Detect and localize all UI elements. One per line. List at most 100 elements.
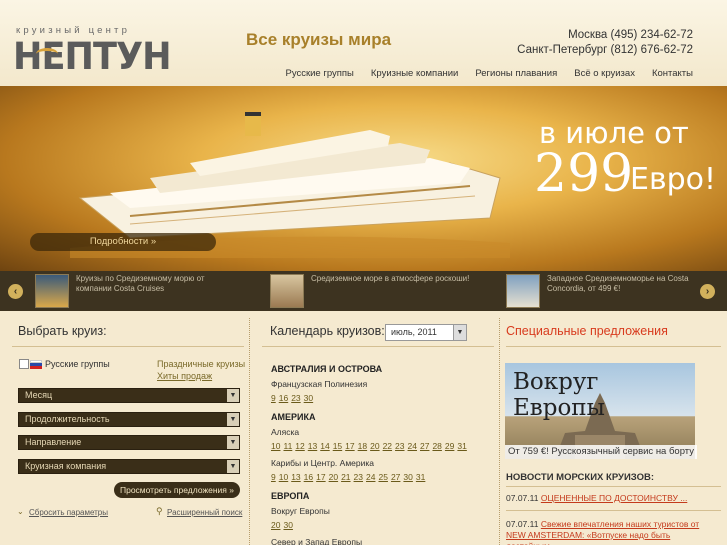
date-link[interactable]: 10	[279, 472, 288, 482]
hits-link[interactable]: Хиты продаж	[157, 371, 212, 381]
region-title: ЕВРОПА	[271, 491, 310, 501]
nav-cruise-companies[interactable]: Круизные компании	[371, 68, 459, 79]
holiday-cruises-link[interactable]: Праздничные круизы	[157, 359, 245, 369]
date-link[interactable]: 31	[457, 441, 466, 451]
date-list: 20 30	[271, 520, 493, 531]
duration-select[interactable]: Продолжительность ▼	[18, 412, 240, 427]
thumbnail-caption-2[interactable]: Средиземное море в атмосфере роскоши!	[311, 274, 471, 284]
date-link[interactable]: 23	[354, 472, 363, 482]
date-link[interactable]: 16	[304, 472, 313, 482]
divider	[12, 346, 244, 347]
date-link[interactable]: 12	[295, 441, 304, 451]
calendar-title: Календарь круизов:	[270, 324, 385, 338]
choose-cruise-title: Выбрать круиз:	[18, 324, 107, 338]
thumbnail-1[interactable]	[35, 274, 69, 308]
thumbnail-2[interactable]	[270, 274, 304, 308]
date-link[interactable]: 29	[445, 441, 454, 451]
date-link[interactable]: 27	[420, 441, 429, 451]
date-link[interactable]: 13	[291, 472, 300, 482]
news-item: 07.07.11 Свежие впечатления наших турист…	[506, 519, 721, 545]
date-link[interactable]: 23	[291, 393, 300, 403]
chevron-down-icon: ▼	[227, 436, 239, 449]
month-select[interactable]: Месяц ▼	[18, 388, 240, 403]
phones: Москва (495) 234-62-72 Санкт-Петербург (…	[517, 28, 693, 58]
date-link[interactable]: 22	[383, 441, 392, 451]
column-divider	[249, 318, 250, 545]
chevron-down-icon: ▼	[453, 325, 466, 340]
region-title: АМЕРИКА	[271, 412, 316, 422]
news-date: 07.07.11	[506, 493, 539, 503]
thumbnail-3[interactable]	[506, 274, 540, 308]
chevron-down-icon: ▼	[227, 413, 239, 426]
date-link[interactable]: 11	[283, 441, 292, 451]
duration-select-value: Продолжительность	[25, 414, 110, 424]
date-link[interactable]: 24	[366, 472, 375, 482]
column-divider	[499, 318, 500, 545]
news-link[interactable]: ОЦЕНЕННЫЕ ПО ДОСТОИНСТВУ ...	[541, 493, 687, 503]
direction-select-value: Направление	[25, 437, 82, 447]
hero-banner[interactable]: в июле от 299 Евро! Подробности »	[0, 86, 727, 271]
date-link[interactable]: 20	[329, 472, 338, 482]
cruise-calendar: АВСТРАЛИЯ И ОСТРОВА Французская Полинези…	[271, 364, 493, 545]
next-arrow-icon[interactable]: ›	[700, 284, 715, 299]
date-link[interactable]: 21	[341, 472, 350, 482]
prev-arrow-icon[interactable]: ‹	[8, 284, 23, 299]
month-select-value: Месяц	[25, 390, 53, 400]
view-offers-button[interactable]: Просмотреть предложения »	[114, 482, 240, 498]
date-link[interactable]: 9	[271, 393, 276, 403]
promo-caption[interactable]: От 759 €! Русскоязычный сервис на борту	[505, 445, 697, 459]
company-select-value: Круизная компания	[25, 461, 107, 471]
details-button[interactable]: Подробности »	[30, 233, 216, 251]
date-link[interactable]: 23	[395, 441, 404, 451]
russian-groups-checkbox[interactable]	[19, 359, 29, 369]
subregion-title: Север и Запад Европы	[271, 537, 363, 545]
chevron-down-icon: ▼	[227, 460, 239, 473]
advanced-search-link[interactable]: Расширенный поиск	[167, 508, 242, 517]
phone-moscow: Москва (495) 234-62-72	[568, 29, 693, 41]
date-link[interactable]: 31	[416, 472, 425, 482]
date-link[interactable]: 30	[403, 472, 412, 482]
site-tagline: Все круизы мира	[246, 30, 392, 49]
reset-params-link[interactable]: Сбросить параметры	[29, 508, 108, 517]
date-link[interactable]: 20	[271, 520, 280, 530]
nav-contacts[interactable]: Контакты	[652, 68, 693, 79]
date-link[interactable]: 17	[345, 441, 354, 451]
date-link[interactable]: 30	[304, 393, 313, 403]
date-link[interactable]: 27	[391, 472, 400, 482]
date-link[interactable]: 30	[283, 520, 292, 530]
date-link[interactable]: 17	[316, 472, 325, 482]
top-nav: Русские группы Круизные компании Регионы…	[268, 68, 693, 79]
date-link[interactable]: 20	[370, 441, 379, 451]
date-link[interactable]: 25	[378, 472, 387, 482]
subregion-title: Аляска	[271, 427, 300, 437]
direction-select[interactable]: Направление ▼	[18, 435, 240, 450]
subregion-title: Французская Полинезия	[271, 379, 368, 389]
thumbnail-caption-3[interactable]: Западное Средиземноморье на Costa Concor…	[547, 274, 707, 294]
logo-wave-icon	[36, 48, 58, 60]
date-link[interactable]: 13	[308, 441, 317, 451]
divider	[506, 510, 721, 511]
thumbnail-caption-1[interactable]: Круизы по Средиземному морю от компании …	[76, 274, 236, 294]
date-list: 9 10 13 16 17 20 21 23 24 25 27 30 31	[271, 472, 493, 483]
news-date: 07.07.11	[506, 519, 539, 529]
nav-regions[interactable]: Регионы плавания	[475, 68, 557, 79]
region-title: АВСТРАЛИЯ И ОСТРОВА	[271, 364, 383, 374]
date-link[interactable]: 16	[279, 393, 288, 403]
news-title: НОВОСТИ МОРСКИХ КРУИЗОВ:	[506, 472, 655, 483]
company-select[interactable]: Круизная компания ▼	[18, 459, 240, 474]
date-link[interactable]: 9	[271, 472, 276, 482]
date-link[interactable]: 28	[432, 441, 441, 451]
subregion-title: Вокруг Европы	[271, 506, 330, 516]
date-link[interactable]: 24	[408, 441, 417, 451]
nav-russian-groups[interactable]: Русские группы	[285, 68, 353, 79]
date-link[interactable]: 18	[358, 441, 367, 451]
nav-about-cruises[interactable]: Всё о круизах	[574, 68, 635, 79]
month-year-select[interactable]: июль, 2011 ▼	[385, 324, 467, 341]
date-link[interactable]: 15	[333, 441, 342, 451]
russian-groups-label[interactable]: Русские группы	[45, 359, 110, 369]
phone-spb: Санкт-Петербург (812) 676-62-72	[517, 44, 693, 56]
news-item: 07.07.11 ОЦЕНЕННЫЕ ПО ДОСТОИНСТВУ ...	[506, 493, 721, 504]
date-link[interactable]: 14	[320, 441, 329, 451]
date-link[interactable]: 10	[271, 441, 280, 451]
special-offers-title[interactable]: Специальные предложения	[506, 324, 668, 338]
